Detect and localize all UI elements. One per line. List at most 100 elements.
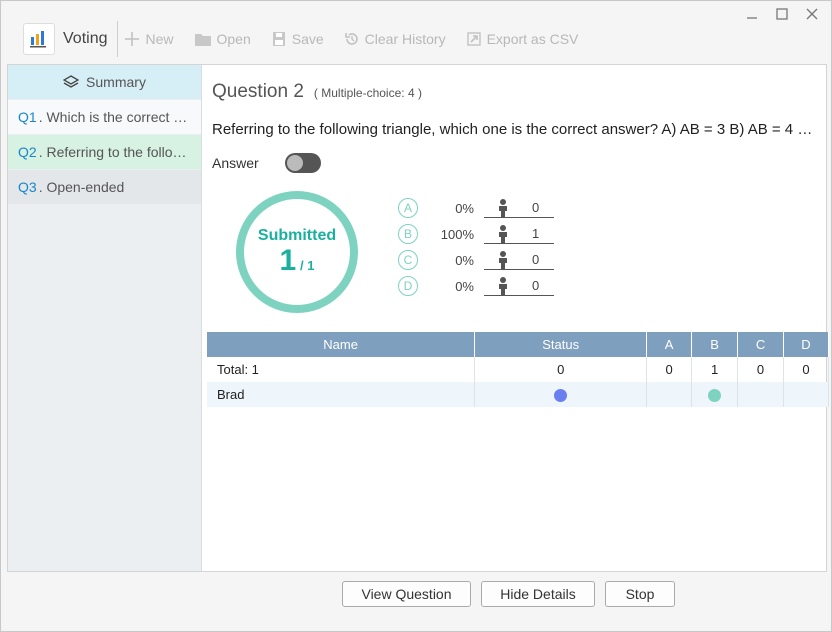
question-detail: Question 2 ( Multiple-choice: 4 ) Referr… [207,65,830,571]
save-button[interactable]: Save [271,31,324,47]
total-name-cell: Total: 1 [207,357,476,382]
action-bar: View Question Hide Details Stop [342,581,685,607]
sidebar: Summary Q1 . Which is the correct answer… [8,65,202,571]
total-b-cell: 1 [691,357,739,382]
person-icon [498,250,508,269]
column-header-c[interactable]: C [737,332,784,357]
summary-label: Summary [86,74,146,90]
person-icon [498,276,508,295]
view-question-button[interactable]: View Question [342,581,471,607]
option-percent: 0% [455,252,474,268]
save-button-label: Save [291,31,324,47]
new-button[interactable]: New [124,31,174,47]
main-panel: Summary Q1 . Which is the correct answer… [7,64,830,572]
question-preview: . Which is the correct answer? [38,109,189,125]
sidebar-item-q2[interactable]: Q2 . Referring to the following triangle [8,135,201,169]
answer-dot [708,389,722,403]
question-number: Q2 [18,144,37,160]
table-total-row: Total: 1 0 0 1 0 0 [207,357,830,382]
option-row-d: D 0% 0 [398,273,554,299]
export-csv-button-label: Export as CSV [486,31,579,47]
layers-icon [63,74,80,90]
app-title: Voting [63,30,108,47]
sidebar-item-summary[interactable]: Summary [8,65,201,99]
option-row-c: C 0% 0 [398,247,554,273]
open-button-label: Open [216,31,251,47]
total-d-cell: 0 [783,357,830,382]
folder-icon [194,31,212,47]
total-c-cell: 0 [737,357,784,382]
toolbar: Voting New Open Save Clear History Expor… [19,19,598,59]
question-number: Q3 [18,179,37,195]
save-icon [271,31,287,47]
participant-name-cell: Brad [207,382,476,407]
voting-logo-icon [23,23,55,55]
answer-label: Answer [212,155,259,171]
participant-d-cell [783,382,830,407]
clear-history-button[interactable]: Clear History [344,31,446,47]
new-button-label: New [145,31,174,47]
person-icon [498,224,508,243]
question-header: Question 2 ( Multiple-choice: 4 ) [212,81,422,103]
option-count-value: 0 [532,252,540,267]
total-status-cell: 0 [474,357,648,382]
option-letter: A [398,198,418,218]
option-letter: C [398,250,418,270]
toggle-knob [286,155,303,171]
window-controls [739,5,825,23]
participant-c-cell [737,382,784,407]
question-text: Referring to the following triangle, whi… [212,121,817,138]
participant-a-cell [646,382,693,407]
option-count: 0 [484,198,554,218]
history-icon [344,31,360,47]
close-icon[interactable] [799,5,825,23]
export-icon [466,31,482,47]
option-results: A 0% 0 B 100% 1 C 0% 0 D 0% 0 [398,195,554,299]
question-preview: . Open-ended [38,179,125,195]
option-percent: 0% [455,200,474,216]
total-a-cell: 0 [646,357,693,382]
answer-row: Answer [212,153,321,173]
sidebar-item-q3[interactable]: Q3 . Open-ended [8,170,201,204]
option-count-value: 0 [532,200,540,215]
answer-toggle[interactable] [284,153,321,173]
question-title: Question 2 [212,81,304,102]
clear-history-button-label: Clear History [364,31,446,47]
submitted-label: Submitted [257,227,337,244]
results-table: Name Status A B C D Total: 1 0 0 1 0 0 B… [207,332,830,407]
person-icon [498,198,508,217]
question-number: Q1 [18,109,37,125]
column-header-d[interactable]: D [783,332,830,357]
option-percent: 100% [440,226,474,242]
submitted-total: / 1 [300,258,315,273]
option-count-value: 1 [532,226,540,241]
submitted-ring: Submitted 1 / 1 [236,191,358,313]
participant-status-cell [474,382,648,407]
open-button[interactable]: Open [194,31,251,47]
status-dot [554,389,568,403]
option-count: 1 [484,224,554,244]
stop-button[interactable]: Stop [605,581,675,607]
column-header-status[interactable]: Status [474,332,648,357]
minimize-icon[interactable] [739,5,765,23]
question-preview: . Referring to the following triangle [38,144,189,160]
option-letter: D [398,276,418,296]
option-row-b: B 100% 1 [398,221,554,247]
maximize-icon[interactable] [769,5,795,23]
table-row[interactable]: Brad [207,382,830,407]
option-row-a: A 0% 0 [398,195,554,221]
toolbar-separator [117,21,119,57]
option-percent: 0% [455,278,474,294]
sidebar-item-q1[interactable]: Q1 . Which is the correct answer? [8,100,201,134]
submitted-count: 1 [279,244,297,277]
export-csv-button[interactable]: Export as CSV [466,31,579,47]
question-type: ( Multiple-choice: 4 ) [313,86,422,100]
column-header-name[interactable]: Name [207,332,476,357]
participant-b-cell [691,382,739,407]
option-count-value: 0 [532,278,540,293]
column-header-b[interactable]: B [691,332,739,357]
hide-details-button[interactable]: Hide Details [481,581,595,607]
plus-icon [124,31,140,47]
option-count: 0 [484,276,554,296]
column-header-a[interactable]: A [646,332,693,357]
